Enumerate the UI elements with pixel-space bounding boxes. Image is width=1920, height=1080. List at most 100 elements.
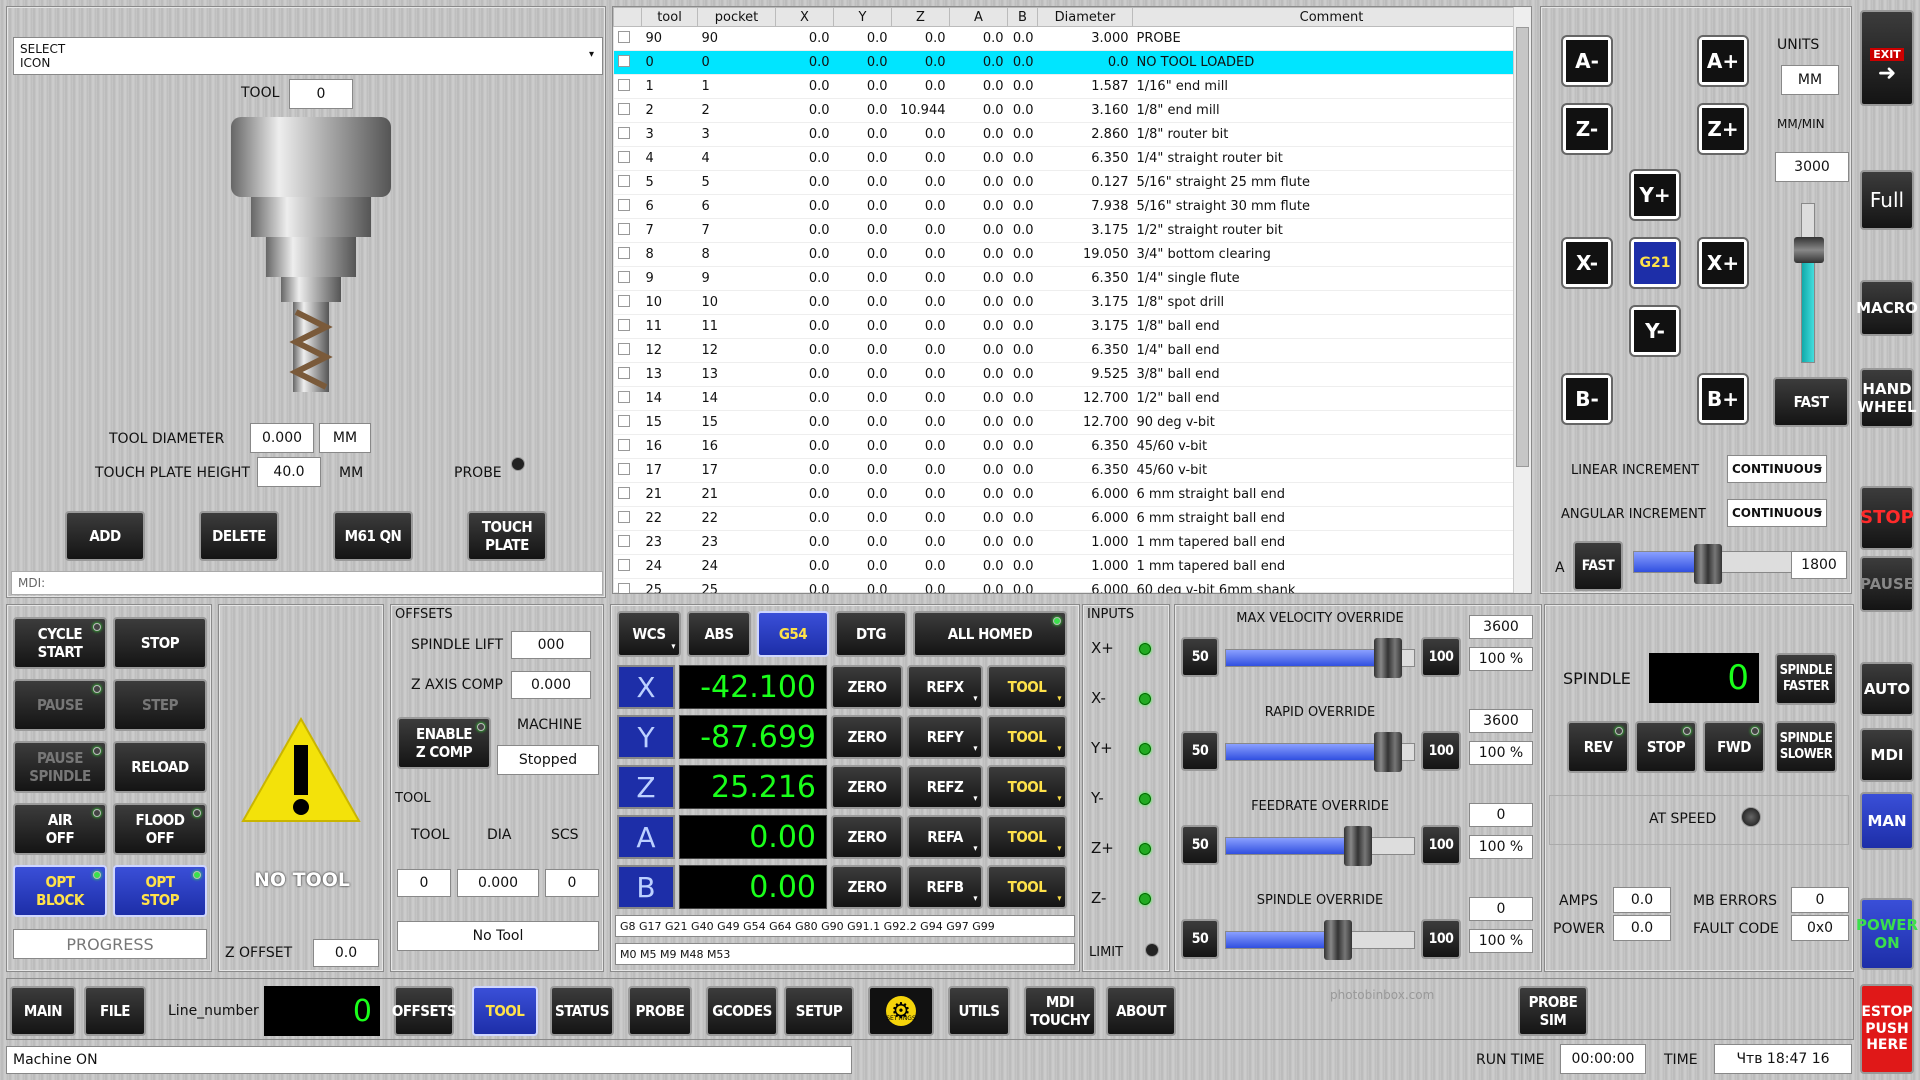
exit-button[interactable]: EXIT ➜ xyxy=(1860,10,1914,106)
column-header[interactable]: A xyxy=(949,7,1008,27)
checkbox-icon[interactable] xyxy=(617,390,630,403)
a-fast-button[interactable]: FAST xyxy=(1573,541,1623,591)
column-header[interactable]: B xyxy=(1007,7,1038,27)
man-mode-button[interactable]: MAN xyxy=(1860,792,1914,850)
jog-b-minus-button[interactable]: B- xyxy=(1561,373,1613,425)
jog-a-plus-button[interactable]: A+ xyxy=(1697,35,1749,87)
dtg-button[interactable]: DTG xyxy=(835,611,907,657)
air-off-button[interactable]: AIR OFF xyxy=(13,803,107,855)
row-checkbox[interactable] xyxy=(613,530,642,555)
settings-button[interactable]: ⚙ SETTINGS xyxy=(868,986,934,1036)
tool-b-button[interactable]: TOOL ▾ xyxy=(987,865,1067,909)
table-row[interactable]: 22 22 0.0 0.0 0.0 0.0 0.0 6.000 6 mm straight ba… xyxy=(613,506,1531,531)
tab-setup[interactable]: SETUP xyxy=(784,986,854,1036)
zero-z-button[interactable]: ZERO xyxy=(831,765,903,809)
table-row[interactable]: 13 13 0.0 0.0 0.0 0.0 0.0 9.525 3/8" ball end xyxy=(613,362,1531,387)
wcs-button[interactable]: WCS ▾ xyxy=(617,611,681,657)
row-checkbox[interactable] xyxy=(613,410,642,435)
opt-block-button[interactable]: OPT BLOCK xyxy=(13,865,107,917)
checkbox-icon[interactable] xyxy=(617,222,630,235)
mdi-mode-button[interactable]: MDI xyxy=(1860,728,1914,782)
fullscreen-button[interactable]: Full xyxy=(1860,170,1914,230)
checkbox-icon[interactable] xyxy=(617,534,630,547)
row-checkbox[interactable] xyxy=(613,578,642,593)
table-row[interactable]: 3 3 0.0 0.0 0.0 0.0 0.0 2.860 1/8" router bit xyxy=(613,122,1531,147)
table-row[interactable]: 6 6 0.0 0.0 0.0 0.0 0.0 7.938 5/16" straight 30 … xyxy=(613,194,1531,219)
tool-y-button[interactable]: TOOL ▾ xyxy=(987,715,1067,759)
row-checkbox[interactable] xyxy=(613,266,642,291)
axis-y-button[interactable]: Y xyxy=(617,715,675,759)
jog-y-minus-button[interactable]: Y- xyxy=(1629,305,1681,357)
flood-off-button[interactable]: FLOOD OFF xyxy=(113,803,207,855)
table-row[interactable]: 16 16 0.0 0.0 0.0 0.0 0.0 6.350 45/60 v-bit xyxy=(613,434,1531,459)
table-row[interactable]: 23 23 0.0 0.0 0.0 0.0 0.0 1.000 1 mm tapered bal… xyxy=(613,530,1531,555)
spindle-fwd-button[interactable]: FWD xyxy=(1703,721,1765,773)
pause-button[interactable]: PAUSE xyxy=(13,679,107,731)
checkbox-icon[interactable] xyxy=(617,582,630,593)
checkbox-icon[interactable] xyxy=(617,342,630,355)
table-row[interactable]: 10 10 0.0 0.0 0.0 0.0 0.0 3.175 1/8" spot drill xyxy=(613,290,1531,315)
cycle-start-button[interactable]: CYCLE START xyxy=(13,617,107,669)
column-header[interactable]: tool xyxy=(641,7,698,27)
axis-b-button[interactable]: B xyxy=(617,865,675,909)
enable-z-comp-button[interactable]: ENABLE Z COMP xyxy=(397,717,491,769)
row-checkbox[interactable] xyxy=(613,434,642,459)
tab-tool[interactable]: TOOL xyxy=(472,986,538,1036)
jog-fast-button[interactable]: FAST xyxy=(1773,377,1849,427)
table-row[interactable]: 12 12 0.0 0.0 0.0 0.0 0.0 6.350 1/4" ball end xyxy=(613,338,1531,363)
override-max-button[interactable]: 100 xyxy=(1421,919,1461,959)
row-checkbox[interactable] xyxy=(613,50,642,75)
row-checkbox[interactable] xyxy=(613,194,642,219)
reload-button[interactable]: RELOAD xyxy=(113,741,207,793)
ref-z-button[interactable]: REFZ ▾ xyxy=(907,765,983,809)
zero-a-button[interactable]: ZERO xyxy=(831,815,903,859)
jog-rate-field[interactable]: 3000 xyxy=(1775,152,1849,182)
table-row[interactable]: 90 90 0.0 0.0 0.0 0.0 0.0 3.000 PROBE xyxy=(613,26,1531,51)
table-row[interactable]: 0 0 0.0 0.0 0.0 0.0 0.0 0.0 NO TOOL LOADED xyxy=(613,50,1531,75)
column-header[interactable]: pocket xyxy=(697,7,776,27)
override-slider[interactable] xyxy=(1225,732,1415,772)
delete-tool-button[interactable]: DELETE xyxy=(199,511,279,561)
override-min-button[interactable]: 50 xyxy=(1181,919,1219,959)
tool-diameter-field[interactable]: 0.000 xyxy=(250,423,314,453)
override-min-button[interactable]: 50 xyxy=(1181,637,1219,677)
row-checkbox[interactable] xyxy=(613,314,642,339)
table-row[interactable]: 24 24 0.0 0.0 0.0 0.0 0.0 1.000 1 mm tapered bal… xyxy=(613,554,1531,579)
table-row[interactable]: 9 9 0.0 0.0 0.0 0.0 0.0 6.350 1/4" single flute xyxy=(613,266,1531,291)
axis-x-button[interactable]: X xyxy=(617,665,675,709)
row-checkbox[interactable] xyxy=(613,98,642,123)
row-checkbox[interactable] xyxy=(613,218,642,243)
column-header[interactable]: Diameter xyxy=(1037,7,1133,27)
tool-number-field[interactable]: 0 xyxy=(289,79,353,109)
table-row[interactable]: 4 4 0.0 0.0 0.0 0.0 0.0 6.350 1/4" straight rout… xyxy=(613,146,1531,171)
spindle-slower-button[interactable]: SPINDLE SLOWER xyxy=(1775,721,1837,773)
column-header[interactable]: Y xyxy=(833,7,892,27)
table-row[interactable]: 14 14 0.0 0.0 0.0 0.0 0.0 12.700 1/2" ball end xyxy=(613,386,1531,411)
checkbox-icon[interactable] xyxy=(617,126,630,139)
table-row[interactable]: 5 5 0.0 0.0 0.0 0.0 0.0 0.127 5/16" straight 25 … xyxy=(613,170,1531,195)
table-row[interactable]: 8 8 0.0 0.0 0.0 0.0 0.0 19.050 3/4" bottom clear… xyxy=(613,242,1531,267)
zero-y-button[interactable]: ZERO xyxy=(831,715,903,759)
ref-x-button[interactable]: REFX ▾ xyxy=(907,665,983,709)
add-tool-button[interactable]: ADD xyxy=(65,511,145,561)
column-header[interactable]: X xyxy=(775,7,834,27)
row-checkbox[interactable] xyxy=(613,506,642,531)
checkbox-icon[interactable] xyxy=(617,558,630,571)
checkbox-icon[interactable] xyxy=(617,462,630,475)
checkbox-icon[interactable] xyxy=(617,150,630,163)
zero-b-button[interactable]: ZERO xyxy=(831,865,903,909)
table-row[interactable]: 15 15 0.0 0.0 0.0 0.0 0.0 12.700 90 deg v-bit xyxy=(613,410,1531,435)
row-checkbox[interactable] xyxy=(613,362,642,387)
checkbox-icon[interactable] xyxy=(617,78,630,91)
mdi-input[interactable]: MDI: xyxy=(11,571,603,595)
checkbox-icon[interactable] xyxy=(617,294,630,307)
override-slider[interactable] xyxy=(1225,920,1415,960)
axis-a-button[interactable]: A xyxy=(617,815,675,859)
z-offset-field[interactable]: 0.0 xyxy=(313,939,379,967)
auto-mode-button[interactable]: AUTO xyxy=(1860,662,1914,716)
jog-z-minus-button[interactable]: Z- xyxy=(1561,103,1613,155)
override-slider[interactable] xyxy=(1225,638,1415,678)
tab-gcodes[interactable]: GCODES xyxy=(706,986,778,1036)
touch-plate-height-field[interactable]: 40.0 xyxy=(257,457,321,487)
axis-z-button[interactable]: Z xyxy=(617,765,675,809)
